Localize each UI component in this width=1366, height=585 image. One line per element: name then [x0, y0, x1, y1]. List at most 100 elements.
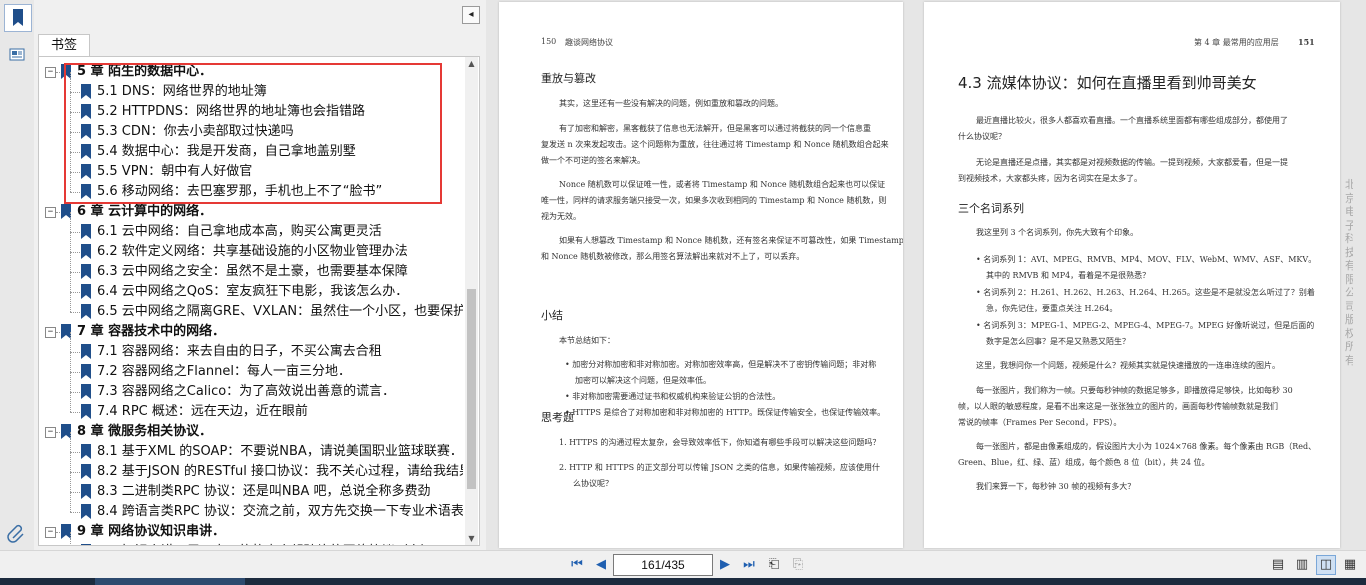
scroll-down-arrow-icon[interactable]: ▼ [465, 532, 478, 545]
bookmark-item[interactable]: 8.2 基于JSON 的RESTful 接口协议：我不关心过程，请给我结果． [39, 452, 463, 482]
first-page-icon[interactable]: ⏮ [568, 556, 586, 574]
collapse-toggle-icon[interactable]: − [45, 327, 56, 338]
tree-connector [70, 232, 71, 252]
page-number-input[interactable] [613, 554, 713, 576]
last-page-icon[interactable]: ⏭ [740, 556, 758, 574]
bookmark-icon [81, 404, 91, 419]
bookmark-label: 7.1 容器网络：来去自由的日子，不买公寓去合租 [97, 344, 382, 359]
document-scrollbar[interactable] [1353, 0, 1366, 550]
go-forward-icon[interactable]: ⎘ [788, 555, 808, 575]
tree-connector [56, 72, 60, 73]
collapse-toggle-icon[interactable]: − [45, 427, 56, 438]
chapter-section-title: 4.3 流媒体协议：如何在直播里看到帅哥美女 [958, 74, 1257, 92]
text-line: • 名词系列 1：AVI、MPEG、RMVB、MP4、MOV、FLV、WebM、… [976, 255, 1317, 264]
page-number: 150 [541, 37, 557, 46]
previous-page-icon[interactable]: ◀ [592, 556, 610, 574]
bookmark-label: 8.2 基于JSON 的RESTful 接口协议：我不关心过程，请给我结果． [97, 464, 463, 479]
taskbar-active-item[interactable] [95, 578, 245, 585]
attachments-button[interactable] [4, 520, 30, 546]
text-line: 其实，这里还有一些没有解决的问题，例如重放和篡改的问题。 [559, 99, 783, 108]
tree-connector [70, 432, 71, 452]
tree-connector [70, 512, 80, 513]
tree-connector [70, 392, 80, 393]
os-taskbar [0, 578, 1366, 585]
bookmark-label: 9.1 知识串讲：用双十一的故事串起碎片的网络协议（上） [97, 542, 434, 545]
bookmark-tree: −5 章 陌生的数据中心． 5.1 DNS：网络世界的地址簿 5.2 HTTPDNS… [38, 56, 480, 546]
bookmark-item[interactable]: 7.4 RPC 概述：远在天边，近在眼前 [39, 392, 463, 422]
bookmark-item[interactable]: 6.2 软件定义网络：共享基础设施的小区物业管理办法 [39, 232, 463, 262]
text-line: 帧，以人眼的敏感程度，是看不出来这是一张张独立的图片的，画面每秒传输帧数就是我们 [958, 402, 1278, 411]
collapse-toggle-icon[interactable]: − [45, 67, 56, 78]
tree-connector [70, 472, 71, 492]
tree-connector [56, 532, 60, 533]
next-page-icon[interactable]: ▶ [716, 556, 734, 574]
text-line: 数字是怎么回事？是不是又熟悉又陌生？ [986, 337, 1130, 346]
bookmark-label: 6.1 云中网络：自己拿地成本高，购买公寓更灵活 [97, 224, 382, 239]
bookmark-label: 6.2 软件定义网络：共享基础设施的小区物业管理办法 [97, 244, 408, 259]
bookmark-chapter[interactable]: − 8 章 微服务相关协议． [39, 422, 463, 442]
collapse-toggle-icon[interactable]: − [45, 527, 56, 538]
text-line: 急，你先记住，要重点关注 H.264。 [986, 304, 1118, 313]
continuous-view-icon[interactable]: ▥ [1292, 555, 1312, 575]
tree-connector [70, 272, 71, 292]
text-line: Green、Blue，红、绿、蓝）组成，每个颜色 8 位（bit），共 24 位… [958, 458, 1210, 467]
two-page-view-icon[interactable]: ◫ [1316, 555, 1336, 575]
bookmark-icon [81, 364, 91, 379]
collapse-toggle-icon[interactable]: − [45, 207, 56, 218]
text-line: 什么协议呢？ [958, 132, 1006, 141]
running-header: 第 4 章 最常用的应用层 [1194, 38, 1279, 47]
bookmark-item[interactable]: 8.3 二进制类RPC 协议：还是叫NBA 吧，总说全称多费劲 [39, 472, 463, 502]
bookmark-panel: ◂ 书签 −5 章 陌生的数据中心． 5.1 DNS：网络世界的地址簿 5.2 HT… [34, 0, 486, 550]
tab-bookmarks[interactable]: 书签 [38, 34, 90, 57]
text-line: 无论是直播还是点播，其实都是对视频数据的传输。一提到视频，大家都爱看，但是一提 [976, 158, 1288, 167]
thumbnails-button[interactable] [4, 42, 30, 68]
text-line: 最近直播比较火，很多人都喜欢看直播。一个直播系统里面都有哪些组成部分，都使用了 [976, 116, 1288, 125]
tree-connector [70, 372, 80, 373]
tree-connector [70, 292, 80, 293]
collapse-panel-button[interactable]: ◂ [462, 6, 480, 24]
bookmark-scrollbar[interactable]: ▲ ▼ [465, 57, 478, 545]
bookmark-icon [81, 264, 91, 279]
text-line: • 非对称加密需要通过证书和权威机构来验证公钥的合法性。 [565, 392, 781, 401]
text-line: 2. HTTP 和 HTTPS 的正文部分可以传输 JSON 之类的信息，如果传… [559, 463, 880, 472]
tree-connector [70, 492, 71, 512]
bookmark-item[interactable]: 6.3 云中网络之安全：虽然不是土豪，也需要基本保障 [39, 252, 463, 282]
scroll-up-arrow-icon[interactable]: ▲ [465, 57, 478, 70]
bottom-toolbar: ⏮ ◀ ▶ ⏭ ⎗ ⎘ ▤ ▥ ◫ ▦ [0, 550, 1366, 579]
text-line: 加密可以解决这个问题，但是效率低。 [575, 376, 711, 385]
scrollbar-thumb[interactable] [467, 289, 476, 489]
bookmark-chapter[interactable]: − 6 章 云计算中的网络． [39, 202, 463, 222]
bookmark-icon [13, 9, 23, 26]
bookmarks-panel-button[interactable] [4, 4, 32, 32]
text-line: 么协议呢？ [573, 479, 613, 488]
bookmark-label: 7.2 容器网络之Flannel：每人一亩三分地． [97, 364, 351, 379]
bookmark-item[interactable]: 6.5 云中网络之隔离GRE、VXLAN：虽然住一个小区，也要保护隐私 [39, 292, 463, 322]
bookmark-item[interactable]: 6.4 云中网络之QoS：室友疯狂下电影，我该怎么办． [39, 272, 463, 302]
bookmark-icon [81, 444, 91, 459]
section-heading: 三个名词系列 [958, 202, 1024, 215]
single-page-view-icon[interactable]: ▤ [1268, 555, 1288, 575]
bookmark-item[interactable]: 7.3 容器网络之Calico：为了高效说出善意的谎言． [39, 372, 463, 402]
two-page-continuous-view-icon[interactable]: ▦ [1340, 555, 1360, 575]
text-line: Nonce 随机数可以保证唯一性，或者将 Timestamp 和 Nonce 随… [559, 180, 886, 189]
bookmark-chapter[interactable]: − 7 章 容器技术中的网络． [39, 322, 463, 342]
bookmark-item[interactable]: 8.1 基于XML 的SOAP：不要说NBA，请说美国职业篮球联赛． [39, 432, 463, 462]
paperclip-icon [7, 524, 24, 543]
bookmark-label: 7.3 容器网络之Calico：为了高效说出善意的谎言． [97, 384, 396, 399]
bookmark-icon [81, 224, 91, 239]
bookmark-icon [81, 344, 91, 359]
tree-connector [70, 252, 71, 272]
go-back-icon[interactable]: ⎗ [764, 555, 784, 575]
text-line: 复发送 n 次来发起攻击。这个问题称为重放，往往通过将 Timestamp 和 … [541, 140, 889, 149]
tree-connector [70, 332, 71, 352]
text-line: 视为无效。 [541, 212, 581, 221]
bookmark-item[interactable]: 8.4 跨语言类RPC 协议：交流之前，双方先交换一下专业术语表． [39, 492, 463, 522]
bookmark-item[interactable]: 6.1 云中网络：自己拿地成本高，购买公寓更灵活 [39, 212, 463, 242]
bookmark-item[interactable]: 7.2 容器网络之Flannel：每人一亩三分地． [39, 352, 463, 382]
bookmark-item[interactable]: 9.1 知识串讲：用双十一的故事串起碎片的网络协议（上） [39, 532, 463, 545]
bookmark-item[interactable]: 7.1 容器网络：来去自由的日子，不买公寓去合租 [39, 332, 463, 362]
bookmark-chapter[interactable]: − 9 章 网络协议知识串讲． [39, 522, 463, 542]
text-line: 和 Nonce 随机数被修改，那么用签名算法解出来就对不上了，可以丢弃。 [541, 252, 805, 261]
page-150: 150 趣谈网络协议 重放与篡改 其实，这里还有一些没有解决的问题，例如重放和篡… [499, 2, 903, 548]
tree-connector [56, 332, 60, 333]
